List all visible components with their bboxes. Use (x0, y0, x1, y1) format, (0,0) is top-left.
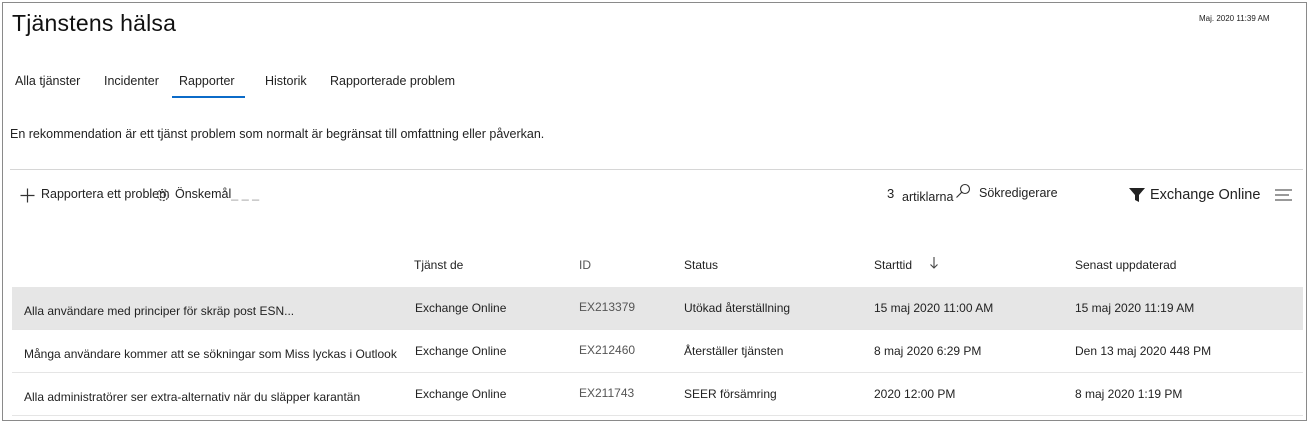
table-row[interactable]: Många användare kommer att se sökningar … (12, 330, 1303, 372)
column-header-last-updated[interactable]: Senast uppdaterad (1075, 258, 1176, 272)
divider (12, 415, 1303, 416)
column-header-start-time[interactable]: Starttid (874, 258, 912, 272)
row-status: Utökad återställning (684, 301, 791, 315)
arrow-down-icon[interactable] (929, 256, 939, 270)
row-title[interactable]: Många användare kommer att se sökningar … (24, 347, 397, 361)
report-problem-button[interactable]: Rapportera ett problem (41, 187, 170, 201)
search-input[interactable]: Sökredigerare (979, 186, 1058, 200)
search-icon[interactable] (955, 183, 971, 199)
menu-icon[interactable] (1275, 189, 1293, 201)
column-header-status[interactable]: Status (684, 258, 718, 272)
page-title: Tjänstens hälsa (12, 10, 177, 36)
active-tab-indicator (172, 96, 245, 98)
plus-icon[interactable] (20, 188, 35, 203)
row-title[interactable]: Alla administratörer ser extra-alternati… (24, 390, 360, 404)
row-start-time: 2020 12:00 PM (874, 387, 956, 401)
tab-incidents[interactable]: Incidenter (104, 74, 159, 88)
items-label: artiklarna (902, 190, 954, 204)
row-last-updated: 15 maj 2020 11:19 AM (1075, 301, 1195, 315)
tab-reports[interactable]: Rapporter (179, 74, 235, 88)
row-service: Exchange Online (415, 301, 507, 315)
page-description: En rekommendation är ett tjänst problem … (10, 127, 545, 141)
row-id: EX211743 (579, 386, 635, 400)
tab-reported-issues[interactable]: Rapporterade problem (330, 74, 455, 88)
row-last-updated: Den 13 maj 2020 448 PM (1075, 344, 1212, 358)
gear-icon[interactable] (155, 187, 171, 203)
row-service: Exchange Online (415, 344, 507, 358)
preferences-button[interactable]: Önskemål_ _ _ (175, 187, 259, 201)
preferences-label: Önskemål (175, 187, 232, 201)
row-last-updated: 8 maj 2020 1:19 PM (1075, 387, 1183, 401)
service-filter[interactable]: Exchange Online (1150, 187, 1260, 203)
row-id: EX212460 (579, 343, 636, 357)
row-service: Exchange Online (415, 387, 507, 401)
table-row[interactable]: Alla användare med principer för skräp p… (12, 287, 1303, 329)
filter-icon[interactable] (1129, 188, 1145, 202)
table-row[interactable]: Alla administratörer ser extra-alternati… (12, 373, 1303, 415)
tab-history[interactable]: Historik (265, 74, 307, 88)
column-header-service[interactable]: Tjänst de (414, 258, 463, 272)
row-id: EX213379 (579, 300, 636, 314)
divider (10, 169, 1303, 170)
row-start-time: 8 maj 2020 6:29 PM (874, 344, 982, 358)
tab-all-services[interactable]: Alla tjänster (15, 74, 80, 88)
row-status: Återställer tjänsten (684, 344, 784, 358)
column-header-id[interactable]: ID (579, 258, 591, 272)
timestamp: Maj. 2020 11:39 AM (1199, 14, 1270, 23)
item-count: 3 (887, 186, 895, 201)
row-start-time: 15 maj 2020 11:00 AM (874, 301, 994, 315)
row-status: SEER försämring (684, 387, 777, 401)
row-title[interactable]: Alla användare med principer för skräp p… (24, 304, 294, 318)
